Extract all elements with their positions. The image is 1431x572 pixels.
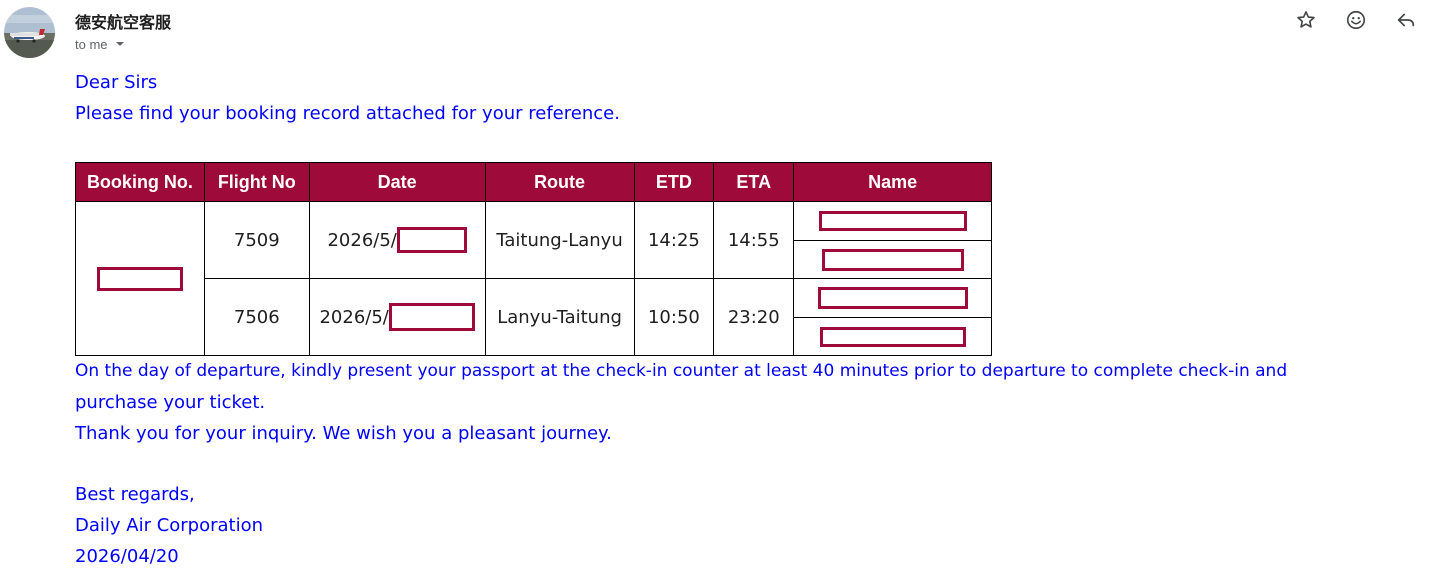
reply-button[interactable] xyxy=(1381,6,1431,34)
intro-text: Please find your booking record attached… xyxy=(75,103,620,124)
chevron-down-icon[interactable] xyxy=(112,36,128,52)
date-cell: 2026/5/ xyxy=(308,278,486,356)
date-prefix: 2026/5/ xyxy=(327,229,397,251)
sender-avatar[interactable] xyxy=(4,7,55,58)
name-cell xyxy=(793,201,992,241)
recipient-label: to me xyxy=(75,36,108,52)
booking-table: Booking No. Flight No Date Route ETD ETA… xyxy=(75,162,992,356)
eta-cell: 23:20 xyxy=(713,278,795,356)
star-icon xyxy=(1297,11,1315,28)
etd-cell: 10:50 xyxy=(633,278,715,356)
date-prefix: 2026/5/ xyxy=(319,306,389,328)
booking-no-cell xyxy=(75,201,205,356)
route-cell: Lanyu-Taitung xyxy=(484,278,635,356)
flight-no-cell: 7509 xyxy=(203,201,310,279)
header-flight-no: Flight No xyxy=(203,162,310,202)
instructions-line-1: On the day of departure, kindly present … xyxy=(75,361,1288,381)
header-etd: ETD xyxy=(633,162,715,202)
redacted-date-day xyxy=(396,227,467,253)
table-row: 7509 2026/5/ Taitung-Lanyu 14:25 14:55 xyxy=(75,201,992,356)
table-header-row: Booking No. Flight No Date Route ETD ETA… xyxy=(75,162,992,202)
header-name: Name xyxy=(793,162,992,202)
greeting-text: Dear Sirs xyxy=(75,72,158,93)
redacted-passenger-name xyxy=(817,287,968,310)
redacted-passenger-name xyxy=(818,211,967,232)
reply-icon xyxy=(1397,13,1415,27)
name-cell xyxy=(793,278,992,318)
thanks-text: Thank you for your inquiry. We wish you … xyxy=(75,423,612,444)
eta-cell: 14:55 xyxy=(713,201,795,279)
table-row: 7506 2026/5/ Lanyu-Taitung 10:50 23:20 xyxy=(76,278,992,356)
message-body: Dear Sirs Please find your booking recor… xyxy=(75,67,1420,572)
company-name: Daily Air Corporation xyxy=(75,515,264,536)
date-cell: 2026/5/ xyxy=(308,201,486,279)
header-eta: ETA xyxy=(713,162,795,202)
message-actions xyxy=(1281,6,1431,34)
letter-date: 2026/04/20 xyxy=(75,546,179,567)
airplane-photo-avatar xyxy=(4,7,55,58)
flight-no-cell: 7506 xyxy=(203,278,310,356)
add-reaction-button[interactable] xyxy=(1331,6,1381,34)
sender-name[interactable]: 德安航空客服 xyxy=(75,9,171,33)
header-route: Route xyxy=(484,162,635,202)
redacted-booking-number xyxy=(96,267,183,291)
etd-cell: 14:25 xyxy=(633,201,715,279)
redacted-date-day xyxy=(388,303,475,331)
recipient-details-toggle[interactable]: to me xyxy=(75,36,128,52)
route-cell: Taitung-Lanyu xyxy=(484,201,635,279)
header-date: Date xyxy=(308,162,486,202)
instructions-line-2: purchase your ticket. xyxy=(75,392,266,413)
name-cell xyxy=(793,316,992,356)
emoji-icon xyxy=(1346,10,1366,30)
star-button[interactable] xyxy=(1281,6,1331,34)
redacted-passenger-name xyxy=(821,248,964,271)
name-cell xyxy=(793,239,992,279)
signoff-text: Best regards, xyxy=(75,484,195,505)
header-booking-no: Booking No. xyxy=(75,162,205,202)
redacted-passenger-name xyxy=(819,326,966,347)
email-view: 德安航空客服 to me Dear Sirs Please find your … xyxy=(0,0,1431,572)
